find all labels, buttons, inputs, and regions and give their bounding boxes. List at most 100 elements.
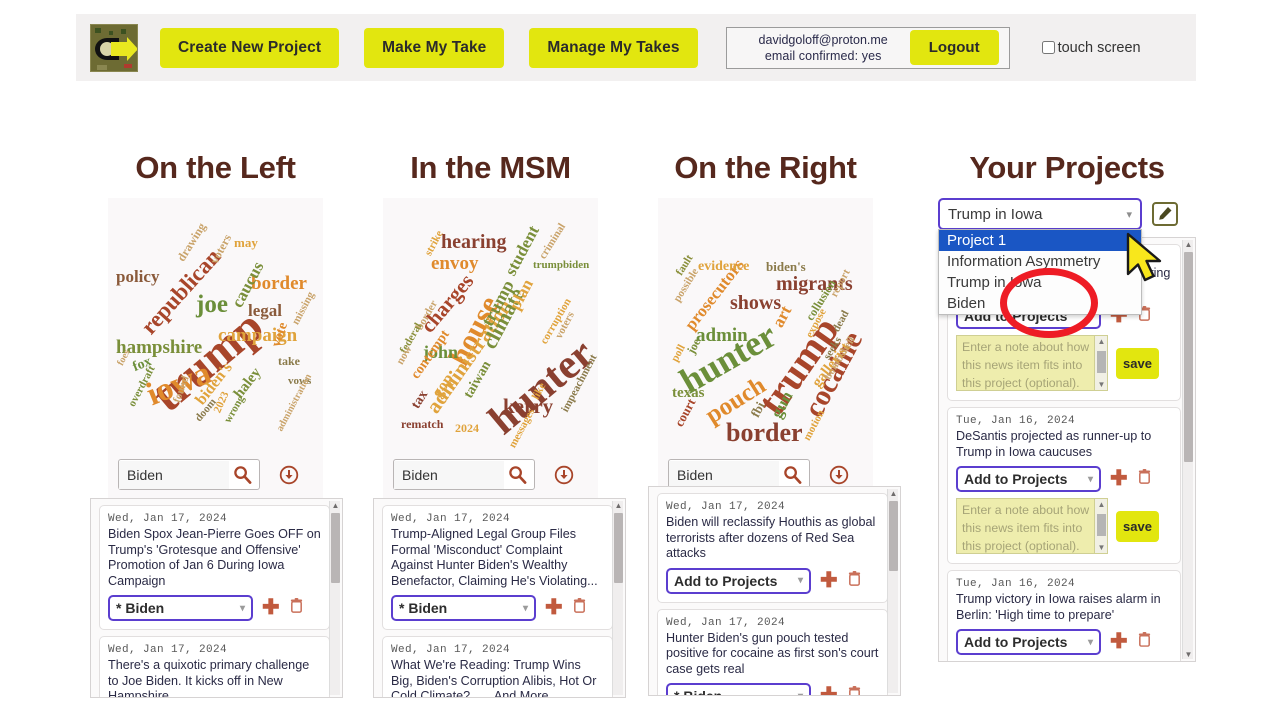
add-icon[interactable]: ✚: [262, 597, 280, 618]
search-icon[interactable]: [229, 462, 255, 488]
cloud-word[interactable]: 2024: [455, 422, 479, 434]
download-icon-on-the-right[interactable]: [829, 465, 849, 485]
projects-list-scrollbar[interactable]: ▲ ▼: [1182, 240, 1193, 659]
news-item[interactable]: Wed, Jan 17, 2024 Hunter Biden's gun pouc…: [657, 608, 888, 695]
scrollbar-thumb[interactable]: [1097, 514, 1106, 536]
cloud-word[interactable]: legal: [248, 302, 282, 319]
add-icon[interactable]: ✚: [1110, 468, 1128, 489]
news-item[interactable]: Wed, Jan 17, 2024 Biden Spox Jean-Pierre …: [99, 505, 330, 630]
add-to-projects-select[interactable]: Add to Projects ▾: [666, 567, 811, 594]
news-item[interactable]: Wed, Jan 17, 2024 There's a quixotic prim…: [99, 636, 330, 697]
project-option[interactable]: Project 1: [939, 230, 1141, 251]
add-to-projects-select[interactable]: * Biden ▾: [391, 595, 536, 621]
scrollbar-thumb[interactable]: [1184, 252, 1193, 462]
add-to-projects-select[interactable]: * Biden ▾: [666, 683, 811, 695]
cloud-word[interactable]: joe: [196, 292, 228, 317]
project-news-card[interactable]: Tue, Jan 16, 2024 Trump victory in Iowa r…: [947, 570, 1181, 662]
cloud-word[interactable]: envoy: [431, 254, 479, 273]
save-note-button[interactable]: save: [1116, 510, 1159, 542]
site-logo[interactable]: [90, 23, 138, 72]
note-scrollbar[interactable]: ▲ ▼: [1094, 336, 1107, 390]
news-list-on-the-left[interactable]: Wed, Jan 17, 2024 Biden Spox Jean-Pierre …: [90, 498, 343, 698]
news-item[interactable]: Wed, Jan 17, 2024 Trump-Aligned Legal Gro…: [382, 505, 613, 630]
cloud-word[interactable]: criminal: [537, 221, 568, 261]
make-my-take-button[interactable]: Make My Take: [364, 27, 505, 68]
cloud-word[interactable]: admin: [696, 326, 748, 345]
note-scrollbar[interactable]: ▲ ▼: [1094, 499, 1107, 553]
add-icon[interactable]: ✚: [820, 570, 838, 591]
add-icon[interactable]: ✚: [545, 597, 563, 618]
edit-project-button[interactable]: [1152, 202, 1178, 226]
search-input-in-the-msm[interactable]: [394, 460, 504, 489]
manage-my-takes-button[interactable]: Manage My Takes: [529, 27, 698, 68]
project-option[interactable]: Trump in Iowa: [939, 272, 1141, 293]
delete-icon[interactable]: [847, 570, 862, 592]
scroll-down-arrow[interactable]: ▼: [1097, 543, 1106, 552]
scrollbar-thumb[interactable]: [614, 513, 623, 583]
project-dropdown-options[interactable]: Project 1 Information Asymmetry Trump in I…: [938, 229, 1142, 315]
cloud-word[interactable]: take: [278, 355, 300, 367]
project-option[interactable]: Information Asymmetry: [939, 251, 1141, 272]
delete-icon[interactable]: [1137, 468, 1152, 490]
delete-icon[interactable]: [847, 685, 862, 695]
delete-icon[interactable]: [572, 597, 587, 619]
cloud-word[interactable]: motion: [801, 408, 827, 443]
cloud-word[interactable]: biden's: [766, 260, 806, 273]
project-option[interactable]: Biden: [939, 293, 1141, 314]
cloud-word[interactable]: border: [726, 420, 803, 446]
news-list-scrollbar[interactable]: ▲: [887, 489, 898, 693]
cloud-word[interactable]: trumpbiden: [533, 260, 589, 271]
project-dropdown[interactable]: Trump in Iowa ▾: [938, 198, 1142, 230]
add-to-projects-select[interactable]: Add to Projects ▾: [956, 629, 1101, 655]
scroll-up-arrow[interactable]: ▲: [331, 501, 340, 510]
project-note-textarea[interactable]: Enter a note about how this news item fi…: [956, 335, 1108, 391]
search-box-in-the-msm[interactable]: [393, 459, 535, 490]
news-item[interactable]: Wed, Jan 17, 2024 Biden will reclassify H…: [657, 493, 888, 603]
news-item[interactable]: Wed, Jan 17, 2024 What We're Reading: Tru…: [382, 636, 613, 697]
add-icon[interactable]: ✚: [1110, 631, 1128, 652]
touch-screen-checkbox[interactable]: [1041, 41, 1055, 54]
cloud-word[interactable]: hearing: [441, 232, 507, 252]
scroll-up-arrow[interactable]: ▲: [889, 489, 898, 498]
cloud-word[interactable]: missing: [290, 290, 317, 327]
scroll-down-arrow[interactable]: ▼: [1097, 380, 1106, 389]
cloud-word[interactable]: evidence: [698, 260, 749, 274]
save-note-button[interactable]: save: [1116, 347, 1159, 379]
search-icon[interactable]: [504, 462, 530, 488]
add-icon[interactable]: ✚: [820, 685, 838, 695]
cloud-word[interactable]: may: [234, 236, 258, 249]
download-icon-in-the-msm[interactable]: [554, 465, 574, 485]
scroll-up-arrow[interactable]: ▲: [614, 501, 623, 510]
add-to-projects-value: Add to Projects: [964, 471, 1068, 487]
touch-screen-toggle[interactable]: touch screen: [1041, 40, 1141, 56]
cloud-word[interactable]: rematch: [401, 418, 443, 430]
delete-icon[interactable]: [1137, 631, 1152, 653]
cloud-word[interactable]: policy: [116, 268, 159, 285]
scrollbar-thumb[interactable]: [331, 513, 340, 583]
search-box-on-the-left[interactable]: [118, 459, 260, 490]
scroll-up-arrow[interactable]: ▲: [1097, 337, 1106, 346]
delete-icon[interactable]: [289, 597, 304, 619]
news-list-scrollbar[interactable]: ▲: [329, 501, 340, 695]
scroll-up-arrow[interactable]: ▲: [1097, 500, 1106, 509]
search-input-on-the-right[interactable]: [669, 460, 779, 489]
scrollbar-thumb[interactable]: [1097, 351, 1106, 373]
add-to-projects-select[interactable]: Add to Projects ▾: [956, 466, 1101, 492]
search-input-on-the-left[interactable]: [119, 460, 229, 489]
download-icon-on-the-left[interactable]: [279, 465, 299, 485]
add-to-projects-select[interactable]: * Biden ▾: [108, 595, 253, 621]
news-list-scrollbar[interactable]: ▲: [612, 501, 623, 695]
scrollbar-thumb[interactable]: [889, 501, 898, 571]
scroll-up-arrow[interactable]: ▲: [1184, 240, 1193, 249]
project-note-textarea[interactable]: Enter a note about how this news item fi…: [956, 661, 1108, 662]
news-list-in-the-msm[interactable]: Wed, Jan 17, 2024 Trump-Aligned Legal Gro…: [373, 498, 626, 698]
project-news-card[interactable]: Tue, Jan 16, 2024 DeSantis projected as r…: [947, 407, 1181, 564]
cloud-word[interactable]: court: [671, 396, 698, 429]
scroll-down-arrow[interactable]: ▼: [1184, 650, 1193, 659]
create-new-project-button[interactable]: Create New Project: [160, 27, 340, 68]
search-icon[interactable]: [779, 462, 805, 488]
news-list-on-the-right[interactable]: Wed, Jan 17, 2024 Biden will reclassify H…: [648, 486, 901, 696]
project-note-textarea[interactable]: Enter a note about how this news item fi…: [956, 498, 1108, 554]
cloud-word[interactable]: voters: [207, 232, 234, 266]
logout-button[interactable]: Logout: [909, 30, 999, 65]
